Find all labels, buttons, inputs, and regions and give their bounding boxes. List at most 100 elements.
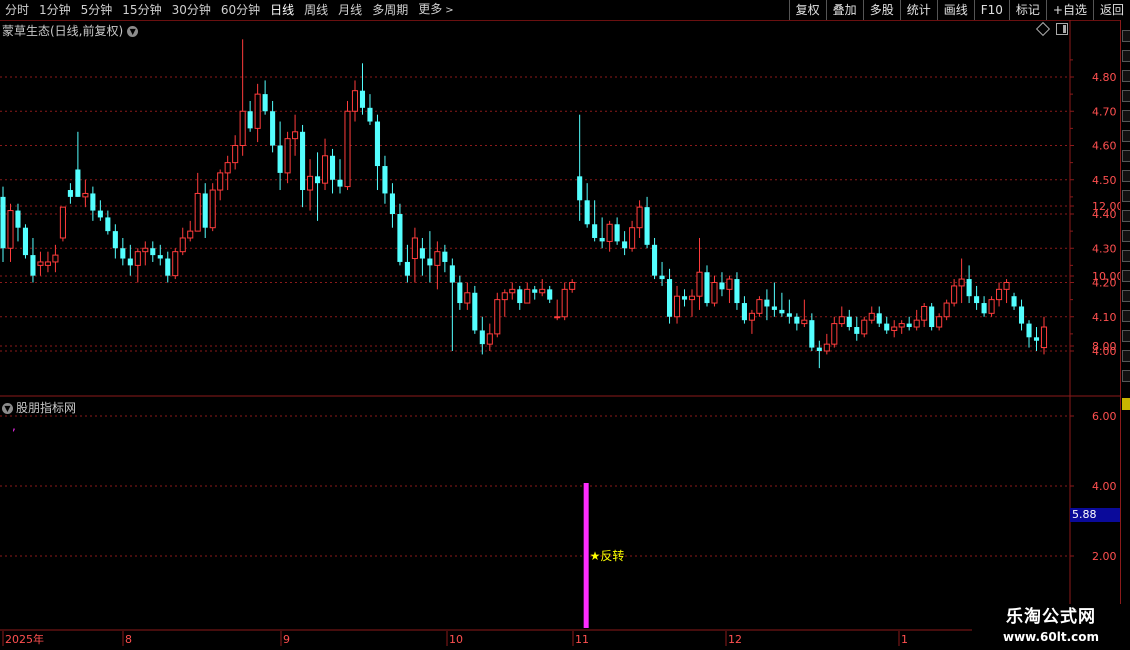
candle-body-up bbox=[179, 237, 186, 253]
candle-body-up bbox=[344, 110, 351, 188]
candle-body-down bbox=[150, 248, 156, 256]
candle-body-down bbox=[457, 282, 463, 304]
candle-body-up bbox=[194, 192, 201, 232]
price-axis-label: 4.80 bbox=[1092, 71, 1117, 84]
candle-body-up bbox=[134, 251, 141, 266]
indicator-current-value: 5.88 bbox=[1070, 508, 1120, 522]
candle-body-up bbox=[351, 90, 359, 112]
watermark-url: www.60lt.com bbox=[1002, 630, 1100, 644]
candle-body-up bbox=[801, 319, 808, 325]
candle-body-up bbox=[292, 131, 299, 140]
candle-body-up bbox=[913, 319, 920, 328]
price-axis-label: 4.50 bbox=[1092, 174, 1117, 187]
price-axis-label: 4.60 bbox=[1092, 140, 1117, 153]
indicator-axis-label: 8.00 bbox=[1092, 340, 1117, 353]
candle-body-up bbox=[284, 138, 291, 174]
candle-body-down bbox=[120, 248, 126, 259]
indicator-axis-label: 10.00 bbox=[1092, 270, 1124, 283]
candle-body-up bbox=[861, 319, 868, 335]
candle-body-down bbox=[277, 145, 283, 173]
candle-body-up bbox=[464, 292, 471, 304]
candle-body-up bbox=[673, 295, 681, 318]
candle-body-down bbox=[359, 90, 366, 108]
indicator-axis-label: 4.00 bbox=[1092, 480, 1117, 493]
candle-body-down bbox=[577, 176, 583, 201]
candle-body-up bbox=[524, 288, 531, 304]
candle-body-down bbox=[374, 121, 381, 167]
candle-body-down bbox=[614, 224, 620, 242]
candle-body-up bbox=[1003, 282, 1010, 290]
candle-body-up bbox=[748, 312, 755, 321]
candle-body-up bbox=[539, 288, 546, 294]
candle-body-up bbox=[561, 288, 568, 318]
candle-body-down bbox=[479, 330, 485, 345]
candle-body-down bbox=[1018, 306, 1025, 324]
xaxis-label: 1 bbox=[901, 633, 908, 646]
candle-body-down bbox=[15, 210, 21, 228]
signal-bar bbox=[583, 483, 589, 628]
candle-body-down bbox=[367, 107, 373, 122]
candle-body-down bbox=[846, 316, 852, 328]
candle-body-up bbox=[823, 343, 830, 352]
candle-body-down bbox=[262, 94, 268, 112]
candle-body-down bbox=[1033, 337, 1040, 341]
candle-body-up bbox=[254, 93, 261, 129]
candle-body-down bbox=[0, 196, 6, 249]
candle-body-up bbox=[509, 288, 516, 294]
candle-body-up bbox=[838, 316, 845, 325]
candle-body-up bbox=[224, 162, 231, 174]
candle-body-up bbox=[636, 206, 643, 229]
candle-body-up bbox=[921, 305, 928, 321]
candle-body-down bbox=[764, 299, 770, 307]
candle-body-down bbox=[397, 214, 403, 262]
candle-body-down bbox=[67, 190, 73, 197]
candle-body-up bbox=[688, 295, 696, 301]
candle-body-up bbox=[172, 251, 179, 277]
candle-body-down bbox=[382, 166, 388, 194]
candle-body-down bbox=[22, 227, 29, 256]
candle-body-up bbox=[756, 299, 763, 314]
candle-body-down bbox=[165, 258, 171, 276]
candle-body-down bbox=[90, 193, 96, 211]
candle-body-down bbox=[599, 237, 605, 242]
xaxis-label: 9 bbox=[283, 633, 290, 646]
candle-body-down bbox=[652, 244, 658, 276]
price-axis-label: 4.30 bbox=[1092, 242, 1117, 255]
candle-body-down bbox=[419, 248, 425, 259]
candle-body-up bbox=[486, 333, 493, 345]
candle-body-down bbox=[127, 258, 133, 266]
candle-body-down bbox=[202, 193, 208, 228]
candle-body-up bbox=[996, 288, 1003, 301]
candle-body-down bbox=[449, 265, 455, 283]
kline-chart[interactable]: 4.804.704.604.504.404.304.204.104.0012.0… bbox=[0, 0, 1130, 650]
candle-body-down bbox=[97, 210, 103, 218]
candle-body-down bbox=[472, 292, 478, 331]
candle-body-up bbox=[434, 251, 441, 266]
candle-body-up bbox=[411, 237, 418, 260]
candle-body-down bbox=[105, 217, 111, 232]
candle-body-up bbox=[891, 326, 898, 331]
candle-body-up bbox=[1040, 326, 1048, 349]
candle-body-down bbox=[592, 224, 598, 238]
candle-body-up bbox=[898, 323, 905, 328]
candle-body-down bbox=[532, 289, 538, 293]
candle-body-down bbox=[816, 347, 822, 351]
candle-body-down bbox=[247, 111, 253, 129]
candle-body-down bbox=[442, 251, 448, 262]
candle-body-down bbox=[112, 231, 118, 249]
candle-body-down bbox=[300, 131, 306, 191]
candle-body-down bbox=[906, 323, 912, 328]
candle-body-down bbox=[1026, 323, 1032, 338]
candle-body-down bbox=[75, 169, 81, 197]
candle-body-up bbox=[494, 299, 501, 335]
candle-body-up bbox=[726, 278, 733, 290]
candle-body-down bbox=[30, 255, 36, 276]
price-axis-label: 4.70 bbox=[1092, 105, 1117, 118]
candle-body-down bbox=[876, 313, 882, 324]
candle-body-up bbox=[501, 292, 508, 301]
candle-body-down bbox=[884, 323, 890, 331]
candle-body-down bbox=[547, 289, 553, 300]
candle-body-up bbox=[321, 155, 329, 184]
candle-body-up bbox=[82, 192, 89, 198]
right-info-panel-edge[interactable] bbox=[1120, 20, 1130, 630]
